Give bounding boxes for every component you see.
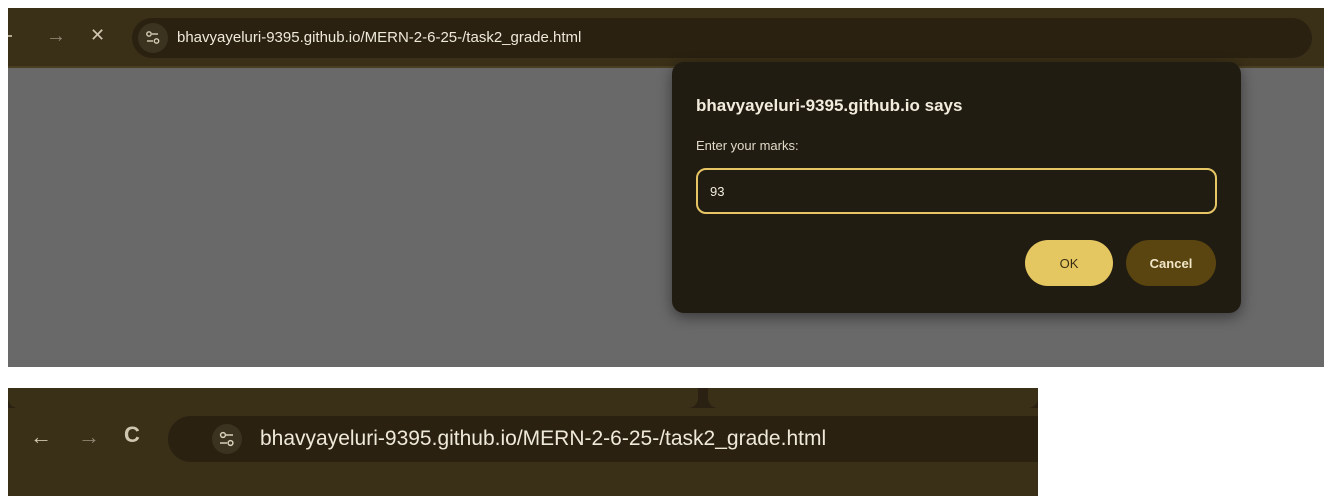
dialog-message: Enter your marks: xyxy=(696,138,799,153)
browser-toolbar-bottom: ← → C bhavyayeluri-9395.github.io/MERN-2… xyxy=(8,408,1038,496)
prompt-dialog: bhavyayeluri-9395.github.io says Enter y… xyxy=(672,62,1241,313)
stop-loading-button[interactable]: ✕ xyxy=(90,26,105,44)
forward-button[interactable]: → xyxy=(46,26,66,46)
browser-toolbar: → ✕ bhavyayeluri-9395.github.io/MERN-2-6… xyxy=(8,8,1324,68)
tab-inactive-right[interactable] xyxy=(708,388,1038,408)
url-text: bhavyayeluri-9395.github.io/MERN-2-6-25-… xyxy=(177,29,582,46)
tab-strip xyxy=(8,388,1038,408)
tab-inactive-left[interactable] xyxy=(8,388,698,408)
ok-button[interactable]: OK xyxy=(1025,240,1113,286)
cancel-button[interactable]: Cancel xyxy=(1126,240,1216,286)
marks-input[interactable] xyxy=(696,168,1217,214)
address-bar[interactable]: bhavyayeluri-9395.github.io/MERN-2-6-25-… xyxy=(132,18,1312,58)
address-bar[interactable]: bhavyayeluri-9395.github.io/MERN-2-6-25-… xyxy=(168,416,1038,462)
url-text: bhavyayeluri-9395.github.io/MERN-2-6-25-… xyxy=(260,427,827,450)
browser-screenshot-after: ← → C bhavyayeluri-9395.github.io/MERN-2… xyxy=(8,388,1038,496)
back-button[interactable]: ← xyxy=(30,426,52,448)
forward-button[interactable]: → xyxy=(78,426,100,448)
browser-screenshot-prompt: → ✕ bhavyayeluri-9395.github.io/MERN-2-6… xyxy=(8,8,1324,367)
dialog-title: bhavyayeluri-9395.github.io says xyxy=(696,96,963,115)
back-arrow-icon xyxy=(8,35,12,37)
reload-button[interactable]: C xyxy=(124,424,140,446)
site-info-button[interactable] xyxy=(212,424,242,454)
tune-settings-icon xyxy=(146,31,160,44)
tune-settings-icon xyxy=(219,431,234,447)
site-info-button[interactable] xyxy=(138,23,168,53)
back-button[interactable] xyxy=(8,28,14,47)
